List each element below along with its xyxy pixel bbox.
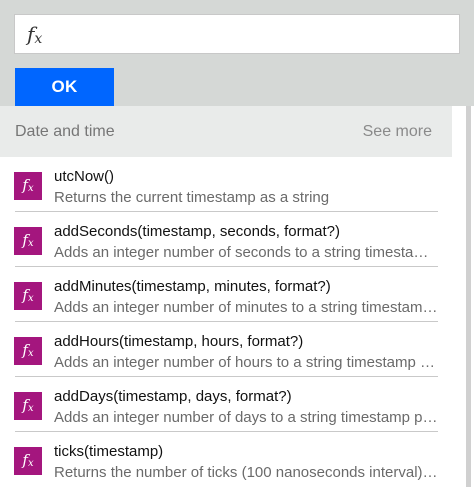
expression-field[interactable]: fx [14, 14, 460, 54]
expression-header: fx OK [0, 0, 474, 106]
expression-input[interactable] [59, 21, 449, 47]
function-description: Returns the number of ticks (100 nanosec… [54, 464, 438, 481]
function-item[interactable]: fx addMinutes(timestamp, minutes, format… [0, 267, 452, 322]
fx-icon: fx [14, 227, 42, 255]
fx-icon: fx [27, 21, 42, 52]
category-header: Date and time See more [0, 106, 452, 157]
fx-subscript: x [27, 458, 34, 469]
fx-subscript: x [27, 238, 34, 249]
function-description: Adds an integer number of days to a stri… [54, 409, 438, 426]
ok-button[interactable]: OK [15, 68, 114, 106]
expression-editor-panel: fx OK Date and time See more fx utcNow()… [0, 0, 474, 487]
fx-icon: fx [14, 447, 42, 475]
fx-subscript: x [27, 293, 34, 304]
fx-subscript: x [27, 348, 34, 359]
fx-subscript: x [34, 31, 43, 47]
function-name: utcNow() [54, 168, 115, 185]
function-name: ticks(timestamp) [54, 443, 164, 460]
fx-icon: fx [14, 172, 42, 200]
function-name: addDays(timestamp, days, format?) [54, 388, 292, 405]
category-title: Date and time [15, 123, 115, 140]
function-name: addHours(timestamp, hours, format?) [54, 333, 304, 350]
function-item[interactable]: fx utcNow() Returns the current timestam… [0, 157, 452, 212]
fx-icon: fx [14, 337, 42, 365]
function-description: Adds an integer number of hours to a str… [54, 354, 438, 371]
function-item[interactable]: fx addDays(timestamp, days, format?) Add… [0, 377, 452, 432]
function-name: addMinutes(timestamp, minutes, format?) [54, 278, 331, 295]
function-name: addSeconds(timestamp, seconds, format?) [54, 223, 340, 240]
fx-subscript: x [27, 403, 34, 414]
fx-subscript: x [27, 183, 34, 194]
fx-icon: fx [14, 392, 42, 420]
function-description: Adds an integer number of seconds to a s… [54, 244, 438, 261]
function-item[interactable]: fx ticks(timestamp) Returns the number o… [0, 432, 452, 487]
fx-icon: fx [14, 282, 42, 310]
function-list-area: Date and time See more fx utcNow() Retur… [0, 106, 474, 487]
function-description: Adds an integer number of minutes to a s… [54, 299, 438, 316]
function-description: Returns the current timestamp as a strin… [54, 189, 330, 206]
scrollbar[interactable] [452, 106, 474, 487]
function-item[interactable]: fx addHours(timestamp, hours, format?) A… [0, 322, 452, 377]
function-item[interactable]: fx addSeconds(timestamp, seconds, format… [0, 212, 452, 267]
scrollbar-thumb[interactable] [466, 106, 471, 487]
see-more-link[interactable]: See more [363, 123, 432, 141]
function-list: fx utcNow() Returns the current timestam… [0, 157, 452, 487]
